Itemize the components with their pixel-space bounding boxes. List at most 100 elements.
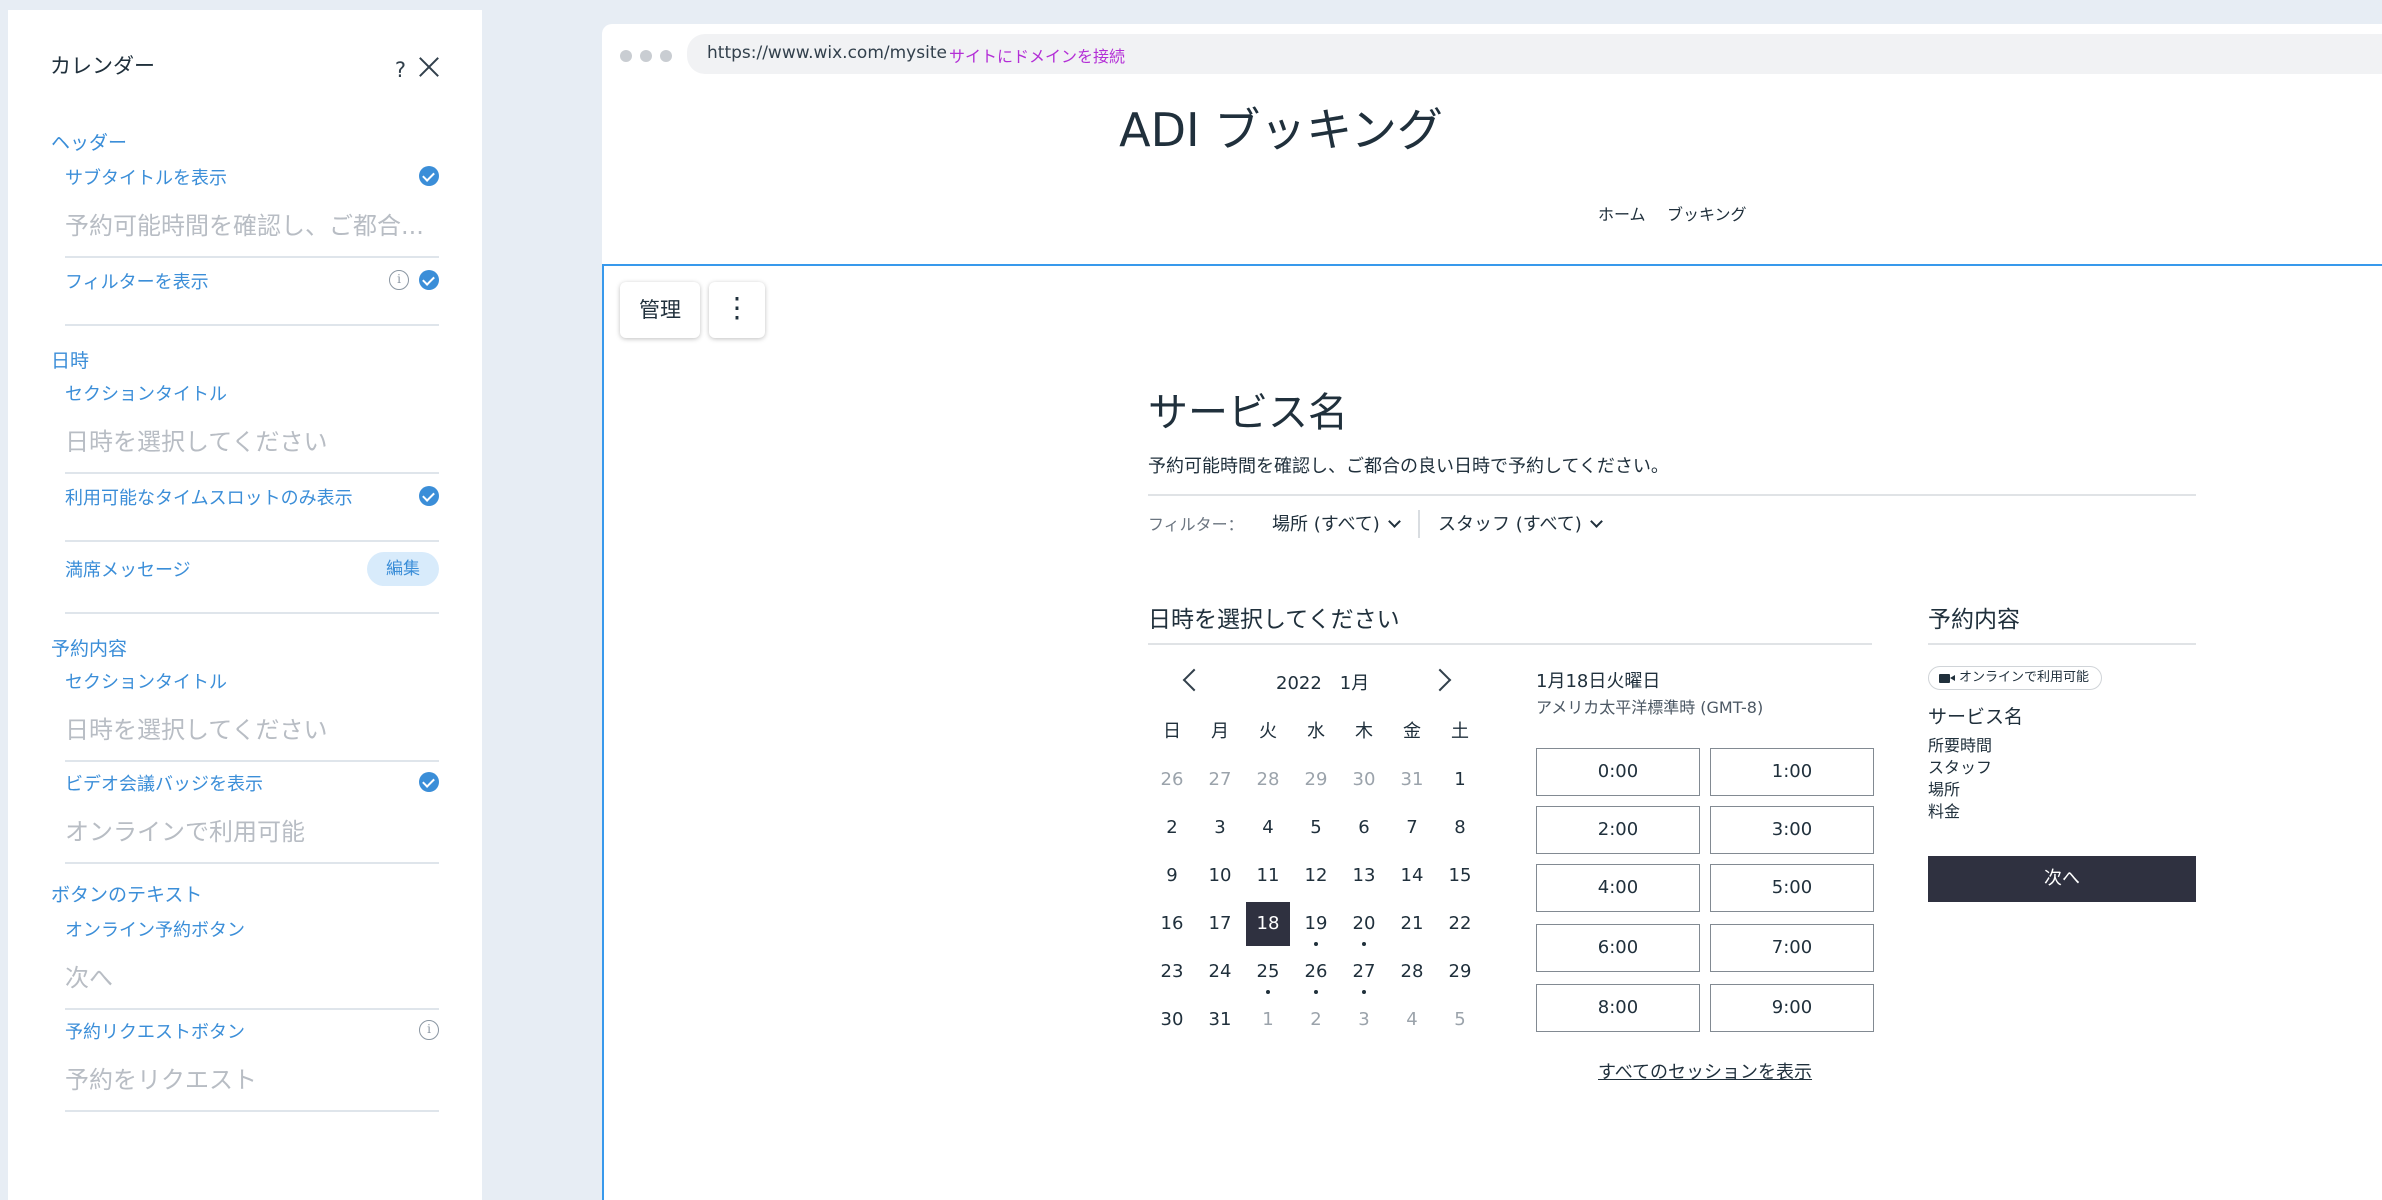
- calendar-day[interactable]: 4: [1390, 998, 1434, 1042]
- calendar-day[interactable]: 31: [1390, 758, 1434, 802]
- calendar-day[interactable]: 9: [1150, 854, 1194, 898]
- calendar-day[interactable]: 19: [1294, 902, 1338, 946]
- time-slot-button[interactable]: 4:00: [1536, 864, 1700, 912]
- calendar-day[interactable]: 11: [1246, 854, 1290, 898]
- time-slot-button[interactable]: 1:00: [1710, 748, 1874, 796]
- window-dot-icon: [620, 50, 632, 62]
- online-button-value[interactable]: 次へ: [65, 958, 425, 993]
- bd-section-title-value[interactable]: 日時を選択してください: [65, 710, 425, 745]
- row-bd-section-title[interactable]: セクションタイトル 日時を選択してください: [65, 668, 439, 762]
- calendar-day[interactable]: 5: [1438, 998, 1482, 1042]
- window-dot-icon: [640, 50, 652, 62]
- video-badge-value[interactable]: オンラインで利用可能: [65, 812, 425, 847]
- help-icon[interactable]: ?: [395, 58, 406, 82]
- more-actions-button[interactable]: ⋮: [709, 282, 765, 338]
- calendar-day[interactable]: 26: [1150, 758, 1194, 802]
- time-slot-button[interactable]: 6:00: [1536, 924, 1700, 972]
- calendar-day[interactable]: 27: [1198, 758, 1242, 802]
- calendar-day[interactable]: 2: [1150, 806, 1194, 850]
- calendar-day[interactable]: 3: [1342, 998, 1386, 1042]
- calendar-day[interactable]: 8: [1438, 806, 1482, 850]
- calendar-day[interactable]: 23: [1150, 950, 1194, 994]
- calendar-day[interactable]: 1: [1438, 758, 1482, 802]
- show-subtitle-check-icon[interactable]: [419, 166, 439, 186]
- service-title: サービス名: [1148, 390, 1348, 436]
- connect-domain-link[interactable]: サイトにドメインを接続: [949, 43, 1125, 67]
- next-button[interactable]: 次へ: [1928, 856, 2196, 902]
- time-slot-button[interactable]: 7:00: [1710, 924, 1874, 972]
- calendar-day[interactable]: 25: [1246, 950, 1290, 994]
- weekday-label: 月: [1211, 721, 1229, 742]
- close-icon[interactable]: [416, 54, 442, 80]
- calendar-day[interactable]: 3: [1198, 806, 1242, 850]
- row-video-badge[interactable]: ビデオ会議バッジを表示 オンラインで利用可能: [65, 770, 439, 864]
- location-filter-dropdown[interactable]: 場所 (すべて): [1272, 510, 1401, 536]
- calendar-day[interactable]: 6: [1342, 806, 1386, 850]
- row-show-subtitle[interactable]: サブタイトルを表示 予約可能時間を確認し、ご都合...: [65, 164, 439, 258]
- calendar-day[interactable]: 29: [1294, 758, 1338, 802]
- calendar-day[interactable]: 5: [1294, 806, 1338, 850]
- staff-filter-dropdown[interactable]: スタッフ (すべて): [1438, 510, 1603, 536]
- time-slot-button[interactable]: 3:00: [1710, 806, 1874, 854]
- time-slot-button[interactable]: 2:00: [1536, 806, 1700, 854]
- calendar-day[interactable]: 12: [1294, 854, 1338, 898]
- calendar-day[interactable]: 20: [1342, 902, 1386, 946]
- calendar-day[interactable]: 24: [1198, 950, 1242, 994]
- calendar-day[interactable]: 30: [1150, 998, 1194, 1042]
- video-badge-check-icon[interactable]: [419, 772, 439, 792]
- time-slot-button[interactable]: 8:00: [1536, 984, 1700, 1032]
- calendar-day[interactable]: 31: [1198, 998, 1242, 1042]
- edit-button[interactable]: 編集: [367, 552, 439, 586]
- row-dt-section-title[interactable]: セクションタイトル 日時を選択してください: [65, 380, 439, 474]
- address-bar[interactable]: https://www.wix.com/mysite サイトにドメインを接続: [687, 34, 2382, 74]
- calendar-day[interactable]: 2: [1294, 998, 1338, 1042]
- time-slot-button[interactable]: 9:00: [1710, 984, 1874, 1032]
- location-filter-label: 場所 (すべて): [1272, 514, 1380, 535]
- calendar-day[interactable]: 26: [1294, 950, 1338, 994]
- calendar-day[interactable]: 14: [1390, 854, 1434, 898]
- manage-button[interactable]: 管理: [620, 282, 700, 338]
- calendar-day[interactable]: 15: [1438, 854, 1482, 898]
- calendar-day[interactable]: 21: [1390, 902, 1434, 946]
- time-slot-button[interactable]: 5:00: [1710, 864, 1874, 912]
- show-subtitle-label: サブタイトルを表示: [65, 168, 227, 189]
- calendar-day[interactable]: 17: [1198, 902, 1242, 946]
- calendar-day[interactable]: 22: [1438, 902, 1482, 946]
- chevron-down-icon: [1387, 515, 1401, 528]
- only-available-check-icon[interactable]: [419, 486, 439, 506]
- datetime-heading: 日時を選択してください: [1148, 607, 1400, 633]
- section-booking-details: 予約内容: [51, 638, 128, 660]
- subtitle-value[interactable]: 予約可能時間を確認し、ご都合...: [65, 206, 425, 241]
- row-show-filter[interactable]: フィルターを表示 i: [65, 268, 439, 326]
- row-full-message[interactable]: 満席メッセージ 編集: [65, 552, 439, 614]
- video-badge-label: ビデオ会議バッジを表示: [65, 774, 263, 795]
- calendar-day[interactable]: 10: [1198, 854, 1242, 898]
- summary-staff: スタッフ: [1928, 758, 1993, 777]
- row-online-button[interactable]: オンライン予約ボタン 次へ: [65, 916, 439, 1010]
- calendar-day[interactable]: 30: [1342, 758, 1386, 802]
- time-slot-button[interactable]: 0:00: [1536, 748, 1700, 796]
- calendar-day-selected[interactable]: 18: [1246, 902, 1290, 946]
- divider: [1148, 643, 1872, 645]
- calendar-day[interactable]: 4: [1246, 806, 1290, 850]
- online-badge: オンラインで利用可能: [1928, 666, 2103, 690]
- calendar-day[interactable]: 27: [1342, 950, 1386, 994]
- calendar-day[interactable]: 29: [1438, 950, 1482, 994]
- row-request-button[interactable]: 予約リクエストボタン i 予約をリクエスト: [65, 1018, 439, 1112]
- calendar-day[interactable]: 28: [1246, 758, 1290, 802]
- show-all-sessions-link[interactable]: すべてのセッションを表示: [1598, 1058, 1812, 1084]
- window-dot-icon: [660, 50, 672, 62]
- info-icon[interactable]: i: [419, 1020, 439, 1040]
- nav-home[interactable]: ホーム: [1598, 201, 1646, 225]
- info-icon[interactable]: i: [389, 270, 409, 290]
- calendar-day[interactable]: 16: [1150, 902, 1194, 946]
- calendar-day[interactable]: 28: [1390, 950, 1434, 994]
- show-filter-check-icon[interactable]: [419, 270, 439, 290]
- calendar-day[interactable]: 13: [1342, 854, 1386, 898]
- nav-booking[interactable]: ブッキング: [1667, 201, 1747, 225]
- calendar-day[interactable]: 1: [1246, 998, 1290, 1042]
- row-only-available[interactable]: 利用可能なタイムスロットのみ表示: [65, 484, 439, 542]
- calendar-day[interactable]: 7: [1390, 806, 1434, 850]
- dt-section-title-value[interactable]: 日時を選択してください: [65, 422, 425, 457]
- request-button-value[interactable]: 予約をリクエスト: [65, 1060, 425, 1095]
